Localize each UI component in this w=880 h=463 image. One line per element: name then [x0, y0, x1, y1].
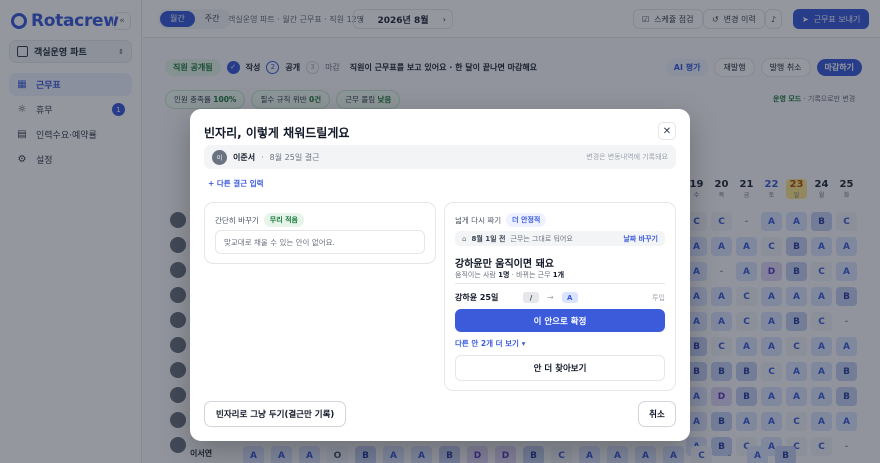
- shift-from: /: [523, 292, 539, 303]
- lock-text: 근무는 그대로 둬어요: [510, 234, 573, 243]
- low-burden-tag: 무리 적음: [263, 213, 304, 227]
- shift-to: A: [561, 292, 578, 303]
- fill-vacancy-dialog: 빈자리, 이렇게 채워드릴게요 ✕ 이 이준서 · 8월 25일 결근 변경은 …: [190, 109, 690, 441]
- simple-swap-header: 간단히 바꾸기 무리 적음: [215, 213, 304, 227]
- chevron-down-icon: ▾: [521, 339, 526, 348]
- leave-empty-button[interactable]: 빈자리로 그냥 두기(결근만 기록): [204, 401, 347, 427]
- stable-tag: 더 안정적: [506, 213, 547, 227]
- lock-range-bar: ⌂ 8월 1일 전 근무는 그대로 둬어요 날짜 바꾸기: [455, 231, 665, 246]
- simple-swap-heading: 간단히 바꾸기: [215, 215, 259, 225]
- no-swap-message: 맞교대로 채울 수 있는 안이 없어요.: [215, 230, 425, 254]
- wide-rebuild-card: 넓게 다시 짜기 더 안정적 ⌂ 8월 1일 전 근무는 그대로 둬어요 날짜 …: [444, 202, 676, 391]
- find-more-button[interactable]: 안 더 찾아보기: [455, 355, 665, 381]
- simple-swap-card: 간단히 바꾸기 무리 적음 맞교대로 채울 수 있는 안이 없어요.: [204, 202, 436, 264]
- change-employee: 강하윤 25일: [455, 293, 499, 302]
- change-log-note: 변경은 변동내역에 기록돼요: [586, 153, 668, 161]
- separator: ·: [261, 152, 264, 162]
- lock-icon: ⌂: [462, 234, 467, 243]
- summary-shifts-value: 1개: [552, 271, 565, 279]
- summary-shifts-label: · 바뀌는 근무: [511, 271, 551, 279]
- employee-name: 이준서: [233, 152, 256, 162]
- absence-date: 8월 25일 결근: [269, 152, 320, 162]
- arrow-right-icon: →: [547, 293, 554, 302]
- change-range-link[interactable]: 날짜 바꾸기: [623, 234, 658, 244]
- avatar: 이: [212, 149, 227, 165]
- more-proposals-link[interactable]: 다른 안 2개 더 보기 ▾: [455, 338, 525, 349]
- change-type: 투입: [652, 293, 665, 302]
- wide-rebuild-header: 넓게 다시 짜기 더 안정적: [455, 213, 547, 227]
- summary-people-label: 움직이는 사람: [455, 271, 496, 279]
- app-root: Rotacrew « 객실운영 파트 ⇕ ▦ 근무표 ☼ 휴무 1 ▤ 인력수요…: [0, 0, 880, 463]
- wide-rebuild-heading: 넓게 다시 짜기: [455, 215, 502, 225]
- dialog-title: 빈자리, 이렇게 채워드릴게요: [204, 126, 350, 140]
- proposal-summary: 움직이는 사람 1명 · 바뀌는 근무 1개: [455, 270, 564, 280]
- divider: [455, 283, 665, 284]
- confirm-proposal-button[interactable]: 이 안으로 확정: [455, 309, 665, 332]
- more-proposals-label: 다른 안 2개 더 보기: [455, 339, 519, 348]
- add-absence-link[interactable]: + 다른 결근 입력: [208, 178, 264, 189]
- proposal-title: 강하윤만 움직이면 돼요: [455, 259, 554, 270]
- cancel-button[interactable]: 취소: [638, 401, 676, 427]
- close-icon[interactable]: ✕: [658, 122, 676, 140]
- lock-date: 8월 1일 전: [471, 234, 506, 243]
- absence-info: 이 이준서 · 8월 25일 결근 변경은 변동내역에 기록돼요: [204, 145, 676, 169]
- change-row: 강하윤 25일 / → A 투입: [455, 291, 665, 304]
- summary-people-value: 1명: [498, 271, 510, 279]
